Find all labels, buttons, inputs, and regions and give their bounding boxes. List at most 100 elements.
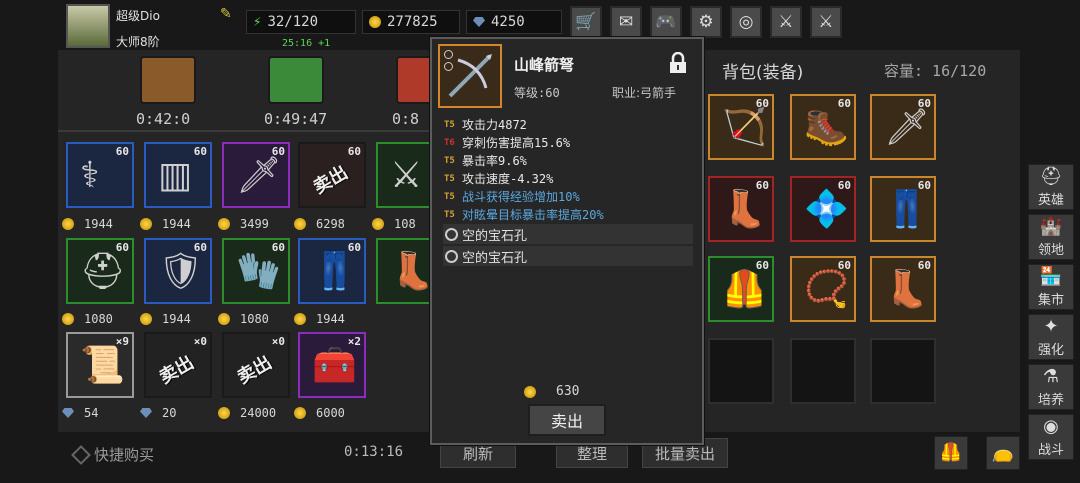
item-level: 60 [917,179,931,192]
side-menu-3[interactable]: ✦ 强化 [1028,314,1074,360]
mail-button[interactable]: ✉ [610,6,642,38]
item-art-icon: 📜 [80,345,125,386]
tooltip-attribute: T5 对眩晕目标暴击率提高20% [444,206,604,223]
bag-item-slot[interactable]: 📿 60 [790,256,856,322]
shop-item-slot[interactable]: ⛑ 60 [66,238,134,304]
pouch-filter-icon[interactable]: 👝 [986,436,1020,470]
shop-cart-icon: 🛒 [575,12,597,32]
crossed-swords-button[interactable]: ⚔ [810,6,842,38]
color-wheel-button[interactable]: ◎ [730,6,762,38]
shop-cart-button[interactable]: 🛒 [570,6,602,38]
shop-item-slot[interactable]: ×0 卖出 [144,332,212,398]
bag-empty-slot[interactable] [708,338,774,404]
price-value: 1944 [316,312,345,326]
item-level: 60 [115,145,129,158]
bag-item-slot[interactable]: 👖 60 [870,176,936,242]
shop-item-slot[interactable]: 🧤 60 [222,238,290,304]
edit-icon[interactable]: ✎ [220,6,236,22]
item-price: 6000 [294,406,364,420]
chest-icon[interactable] [268,56,324,104]
gem-socket[interactable]: 空的宝石孔 [443,246,693,266]
chest-icon[interactable] [140,56,196,104]
item-level: 60 [271,241,285,254]
tier-badge: T6 [444,137,455,148]
settings-button[interactable]: ⚙ [690,6,722,38]
item-art-icon: 👢 [390,251,435,292]
shop-item-slot[interactable]: 🧰 ×2 [298,332,366,398]
price-value: 1944 [162,217,191,231]
gold-stat: 277825 [362,10,460,34]
bag-item-slot[interactable]: 🗡 60 [870,94,936,160]
coin-icon [218,218,230,230]
gem-icon [473,17,485,27]
crossbow-icon [438,44,502,108]
side-menu-0[interactable]: ⛑ 英雄 [1028,164,1074,210]
item-level: 60 [755,179,769,192]
attribute-text: 战斗获得经验增加10% [462,190,580,204]
item-art-icon: 🏹 [722,107,767,148]
diamond-icon [71,444,91,465]
gamepad-button[interactable]: 🎮 [650,6,682,38]
item-art-icon: 🗡 [884,107,930,148]
item-price: 1080 [218,312,288,326]
tier-badge: T5 [444,191,455,202]
sold-stamp: 卖出 [233,352,276,389]
side-menu-5[interactable]: ◉ 战斗 [1028,414,1074,460]
bag-item-slot[interactable]: 🦺 60 [708,256,774,322]
bag-item-slot[interactable]: 🥾 60 [790,94,856,160]
shop-item-slot[interactable]: 📜 ×9 [66,332,134,398]
item-level: 60 [115,241,129,254]
shop-item-slot[interactable]: 🗡 60 [222,142,290,208]
lock-icon[interactable] [668,51,688,74]
shop-item-slot[interactable]: ⚕ 60 [66,142,134,208]
bag-item-slot[interactable]: 🏹 60 [708,94,774,160]
armor-filter-icon[interactable]: 🦺 [934,436,968,470]
energy-timer: 25:16 +1 [282,38,331,49]
mail-icon: ✉ [618,12,634,32]
attribute-text: 攻击力4872 [462,118,527,132]
side-menu-4[interactable]: ⚗ 培养 [1028,364,1074,410]
coin-icon [62,313,74,325]
tooltip-attribute: T5 暴击率9.6% [444,152,527,169]
side-menu-label: 强化 [1037,343,1064,358]
side-menu-2[interactable]: 🏪 集市 [1028,264,1074,310]
sold-stamp: 卖出 [309,162,352,199]
player-avatar[interactable] [66,4,110,48]
side-menu-icon: ⚗ [1042,366,1060,387]
color-wheel-icon: ◎ [738,12,754,32]
shop-item-slot[interactable]: 👖 60 [298,238,366,304]
shop-item-slot[interactable]: 60 卖出 [298,142,366,208]
gem-socket[interactable]: 空的宝石孔 [443,224,693,244]
price-value: 20 [162,406,177,420]
price-value: 54 [84,406,99,420]
coin-icon [372,218,384,230]
claws-button[interactable]: ⚔ [770,6,802,38]
attribute-text: 对眩晕目标暴击率提高20% [462,208,604,222]
lightning-icon: ⚡ [253,14,262,30]
sell-button[interactable]: 卖出 [528,404,606,436]
tier-badge: T5 [444,155,455,166]
item-art-icon: ⚔ [390,155,423,196]
bag-capacity: 容量: 16/120 [884,62,987,80]
shop-item-slot[interactable]: 🛡 60 [144,238,212,304]
item-art-icon: 👖 [312,251,357,292]
item-price: 1944 [62,217,132,231]
price-value: 1080 [84,312,113,326]
shop-item-slot[interactable]: ▥ 60 [144,142,212,208]
bag-item-slot[interactable]: 👢 60 [870,256,936,322]
bag-empty-slot[interactable] [790,338,856,404]
price-value: 24000 [240,406,277,420]
item-art-icon: 💠 [804,189,849,230]
item-level: 60 [755,259,769,272]
item-level: 60 [347,241,361,254]
item-art-icon: 🧤 [236,251,281,292]
bag-item-slot[interactable]: 👢 60 [708,176,774,242]
shop-item-slot[interactable]: ×0 卖出 [222,332,290,398]
bag-empty-slot[interactable] [870,338,936,404]
price-value: 1944 [162,312,191,326]
price-value: 1944 [84,217,113,231]
refresh-timer: 0:13:16 [344,444,404,460]
side-menu-1[interactable]: 🏰 领地 [1028,214,1074,260]
quick-buy-toggle[interactable]: 快捷购买 [71,444,154,465]
bag-item-slot[interactable]: 💠 60 [790,176,856,242]
